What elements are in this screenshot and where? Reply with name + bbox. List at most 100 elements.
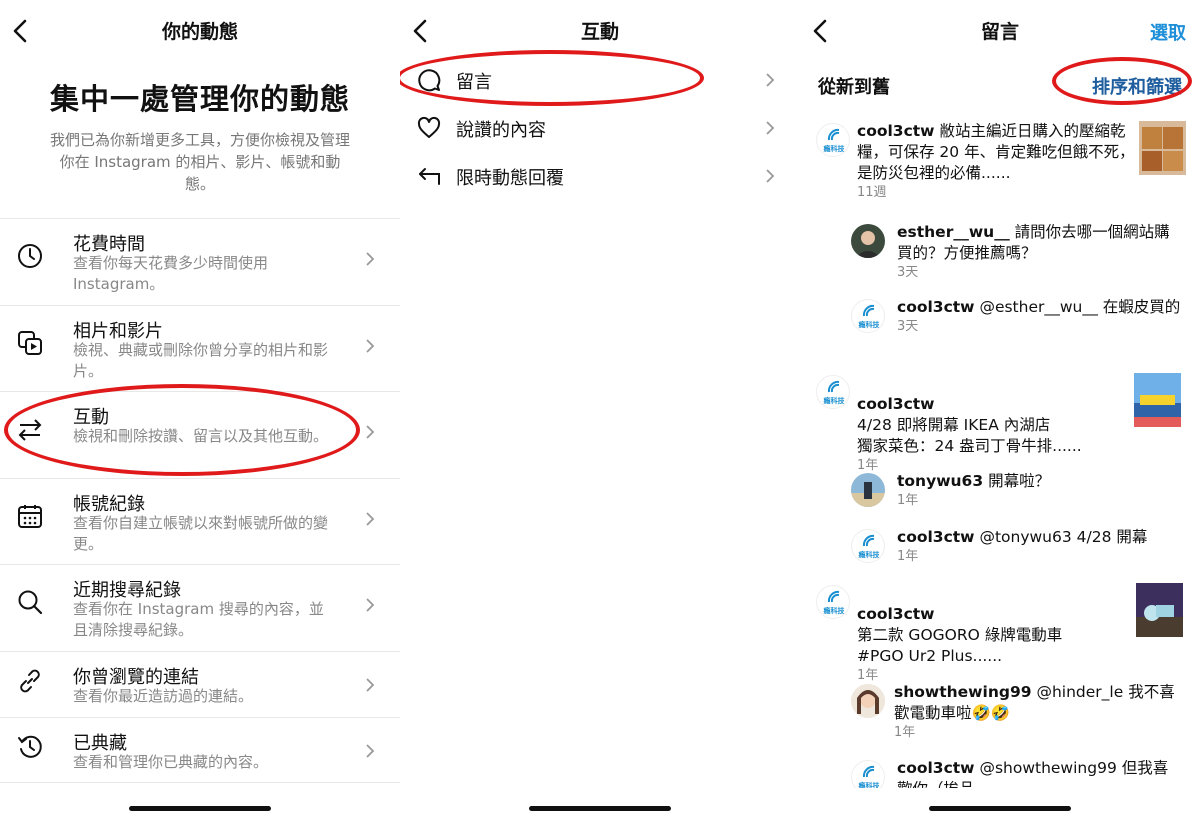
interactions-panel: 互動 留言 說讚的內容 限時動態回覆 [400,0,800,821]
menu-item-desc: 查看和管理你已典藏的內容。 [73,752,269,771]
comment-username: cool3ctw [897,298,975,316]
brand-logo-icon [827,380,840,393]
post-thumbnail[interactable] [1136,583,1183,637]
menu-item-desc: 查看你在 Instagram 搜尋的內容，並且清除搜尋紀錄。 [73,600,324,639]
brand-logo-icon [827,590,840,603]
photos-videos-icon [18,330,42,355]
comment-body: tonywu63 開幕啦？ 1年 [897,471,1182,510]
comment-reply-item[interactable]: showthewing99 @hinder_le 我不喜歡電動車啦🤣🤣 1年 [851,682,1191,744]
page-title: 互動 [580,21,619,43]
menu-item-desc: 檢視、典藏或刪除你曾分享的相片和影片。 [73,340,329,380]
comment-reply-item[interactable]: 瘾科技 cool3ctw @tonywu63 4/28 開幕 1年 [851,527,1191,571]
sort-order-label: 從新到舊 [818,77,890,98]
menu-item-label: 說讚的內容 [456,120,546,141]
avatar: 瘾科技 [851,760,885,788]
comment-username: cool3ctw [857,605,935,623]
brand-avatar-text: 瘾科技 [858,782,880,788]
page-title: 留言 [980,21,1019,43]
activity-panel: 你的動態 集中一處管理你的動態 我們已為你新增更多工具，方便你檢視及管理你在 I… [0,0,400,821]
chevron-right-icon [366,677,375,692]
comment-username: cool3ctw [897,759,975,777]
comment-time: 1年 [897,493,919,508]
comment-item[interactable]: 瘾科技 cool3ctw 敝站主編近日購入的壓縮乾糧，可保存 20 年、肯定難吃… [816,121,1196,205]
chevron-right-icon [366,252,375,266]
comment-username: cool3ctw [857,395,935,413]
comment-reply-item[interactable]: 瘾科技 cool3ctw @showthewing99 但我喜歡你（挨品 [851,758,1191,788]
brand-avatar-text: 瘾科技 [858,321,880,329]
comment-item[interactable]: 瘾科技 cool3ctw 4/28 即將開幕 IKEA 內湖店 獨家菜色：24 … [816,373,1196,473]
select-button[interactable]: 選取 [1150,19,1186,45]
page-title: 你的動態 [161,21,238,43]
home-indicator [129,806,271,811]
brand-logo-icon [862,534,875,547]
post-thumbnail[interactable] [1134,373,1181,427]
comment-time: 1年 [894,725,916,740]
activity-menu: 花費時間 查看你每天花費多少時間使用 Instagram。 相片和影片 檢視、典… [0,218,400,783]
brand-logo-icon [862,304,875,317]
comment-text: 4/28 即將開幕 IKEA 內湖店 獨家菜色：24 盎司丁骨牛排...... [857,416,1082,455]
comment-username: showthewing99 [894,683,1032,701]
brand-avatar-text: 瘾科技 [823,607,845,615]
comment-username: cool3ctw [857,122,935,140]
comment-time: 3天 [897,319,919,334]
comment-time: 1年 [897,549,919,564]
menu-item-photos-videos[interactable]: 相片和影片 檢視、典藏或刪除你曾分享的相片和影片。 [0,304,400,392]
avatar: 瘾科技 [851,529,885,563]
comment-time: 11週 [857,185,887,200]
comment-text: @esther__wu__ 在蝦皮買的 [979,298,1181,316]
brand-avatar-text: 瘾科技 [858,551,880,559]
chevron-right-icon [766,169,775,183]
search-icon [18,590,43,615]
menu-item-account-history[interactable]: 帳號紀錄 查看你自建立帳號以來對帳號所做的變更。 [0,477,400,565]
comment-icon [418,69,441,92]
chevron-right-icon [366,598,375,612]
comment-reply-item[interactable]: tonywu63 開幕啦？ 1年 [851,471,1191,515]
menu-item-recent-searches[interactable]: 近期搜尋紀錄 查看你在 Instagram 搜尋的內容，並且清除搜尋紀錄。 [0,564,400,651]
avatar: 瘾科技 [816,375,850,409]
menu-item-desc: 查看你自建立帳號以來對帳號所做的變更。 [73,513,329,553]
comment-text: 開幕啦？ [988,472,1051,490]
avatar: 瘾科技 [816,123,850,157]
brand-avatar-text: 瘾科技 [823,145,845,153]
sort-filter-button[interactable]: 排序和篩選 [1092,73,1182,99]
avatar [851,473,885,507]
reply-icon [419,168,441,185]
comment-username: tonywu63 [897,472,984,490]
menu-item-label: 限時動態回覆 [456,168,564,189]
menu-item-visited-links[interactable]: 你曾瀏覽的連結 查看你最近造訪過的連結。 [0,650,400,717]
home-indicator [929,806,1071,811]
chevron-right-icon [366,338,375,353]
avatar: 瘾科技 [851,299,885,333]
avatar: 瘾科技 [816,585,850,619]
menu-item-time-spent[interactable]: 花費時間 查看你每天花費多少時間使用 Instagram。 [0,218,400,305]
comment-item[interactable]: 瘾科技 cool3ctw 第二款 GOGORO 綠牌電動車 #PGO Ur2 P… [816,583,1196,683]
brand-logo-icon [862,765,875,778]
comment-body: cool3ctw @tonywu63 4/28 開幕 1年 [897,527,1182,566]
comment-body: cool3ctw 敝站主編近日購入的壓縮乾糧，可保存 20 年、肯定難吃但餓不死… [857,121,1135,202]
menu-item-interactions[interactable]: 互動 檢視和刪除按讚、留言以及其他互動。 [0,391,400,478]
menu-item-story-replies[interactable]: 限時動態回覆 [400,152,800,200]
comment-reply-item[interactable]: esther__wu__ 請問你去哪一個網站購買的？方便推薦嗎？ 3天 [851,222,1191,284]
menu-item-likes[interactable]: 說讚的內容 [400,104,800,152]
comment-body: showthewing99 @hinder_le 我不喜歡電動車啦🤣🤣 1年 [894,682,1184,742]
activity-heading: 集中一處管理你的動態 [49,82,350,116]
interactions-header: 互動 [400,0,800,58]
menu-item-label: 留言 [456,72,492,93]
archive-icon [18,735,42,758]
comment-body: cool3ctw @showthewing99 但我喜歡你（挨品 [897,758,1182,788]
chevron-right-icon [366,511,375,526]
menu-item-archived[interactable]: 已典藏 查看和管理你已典藏的內容。 [0,716,400,783]
menu-item-desc: 檢視和刪除按讚、留言以及其他互動。 [73,427,329,445]
chevron-right-icon [366,743,375,758]
home-indicator [529,806,671,811]
interactions-arrows-icon [18,419,42,441]
menu-item-comments[interactable]: 留言 [400,56,800,104]
comment-text: @tonywu63 4/28 開幕 [979,528,1148,546]
chevron-right-icon [766,121,775,135]
clock-icon [18,244,42,268]
comment-reply-item[interactable]: 瘾科技 cool3ctw @esther__wu__ 在蝦皮買的 3天 [851,297,1191,359]
activity-intro: 我們已為你新增更多工具，方便你檢視及管理你在 Instagram 的相片、影片、… [49,131,350,193]
post-thumbnail[interactable] [1139,121,1186,175]
comment-username: esther__wu__ [897,223,1010,241]
chevron-right-icon [766,73,775,87]
